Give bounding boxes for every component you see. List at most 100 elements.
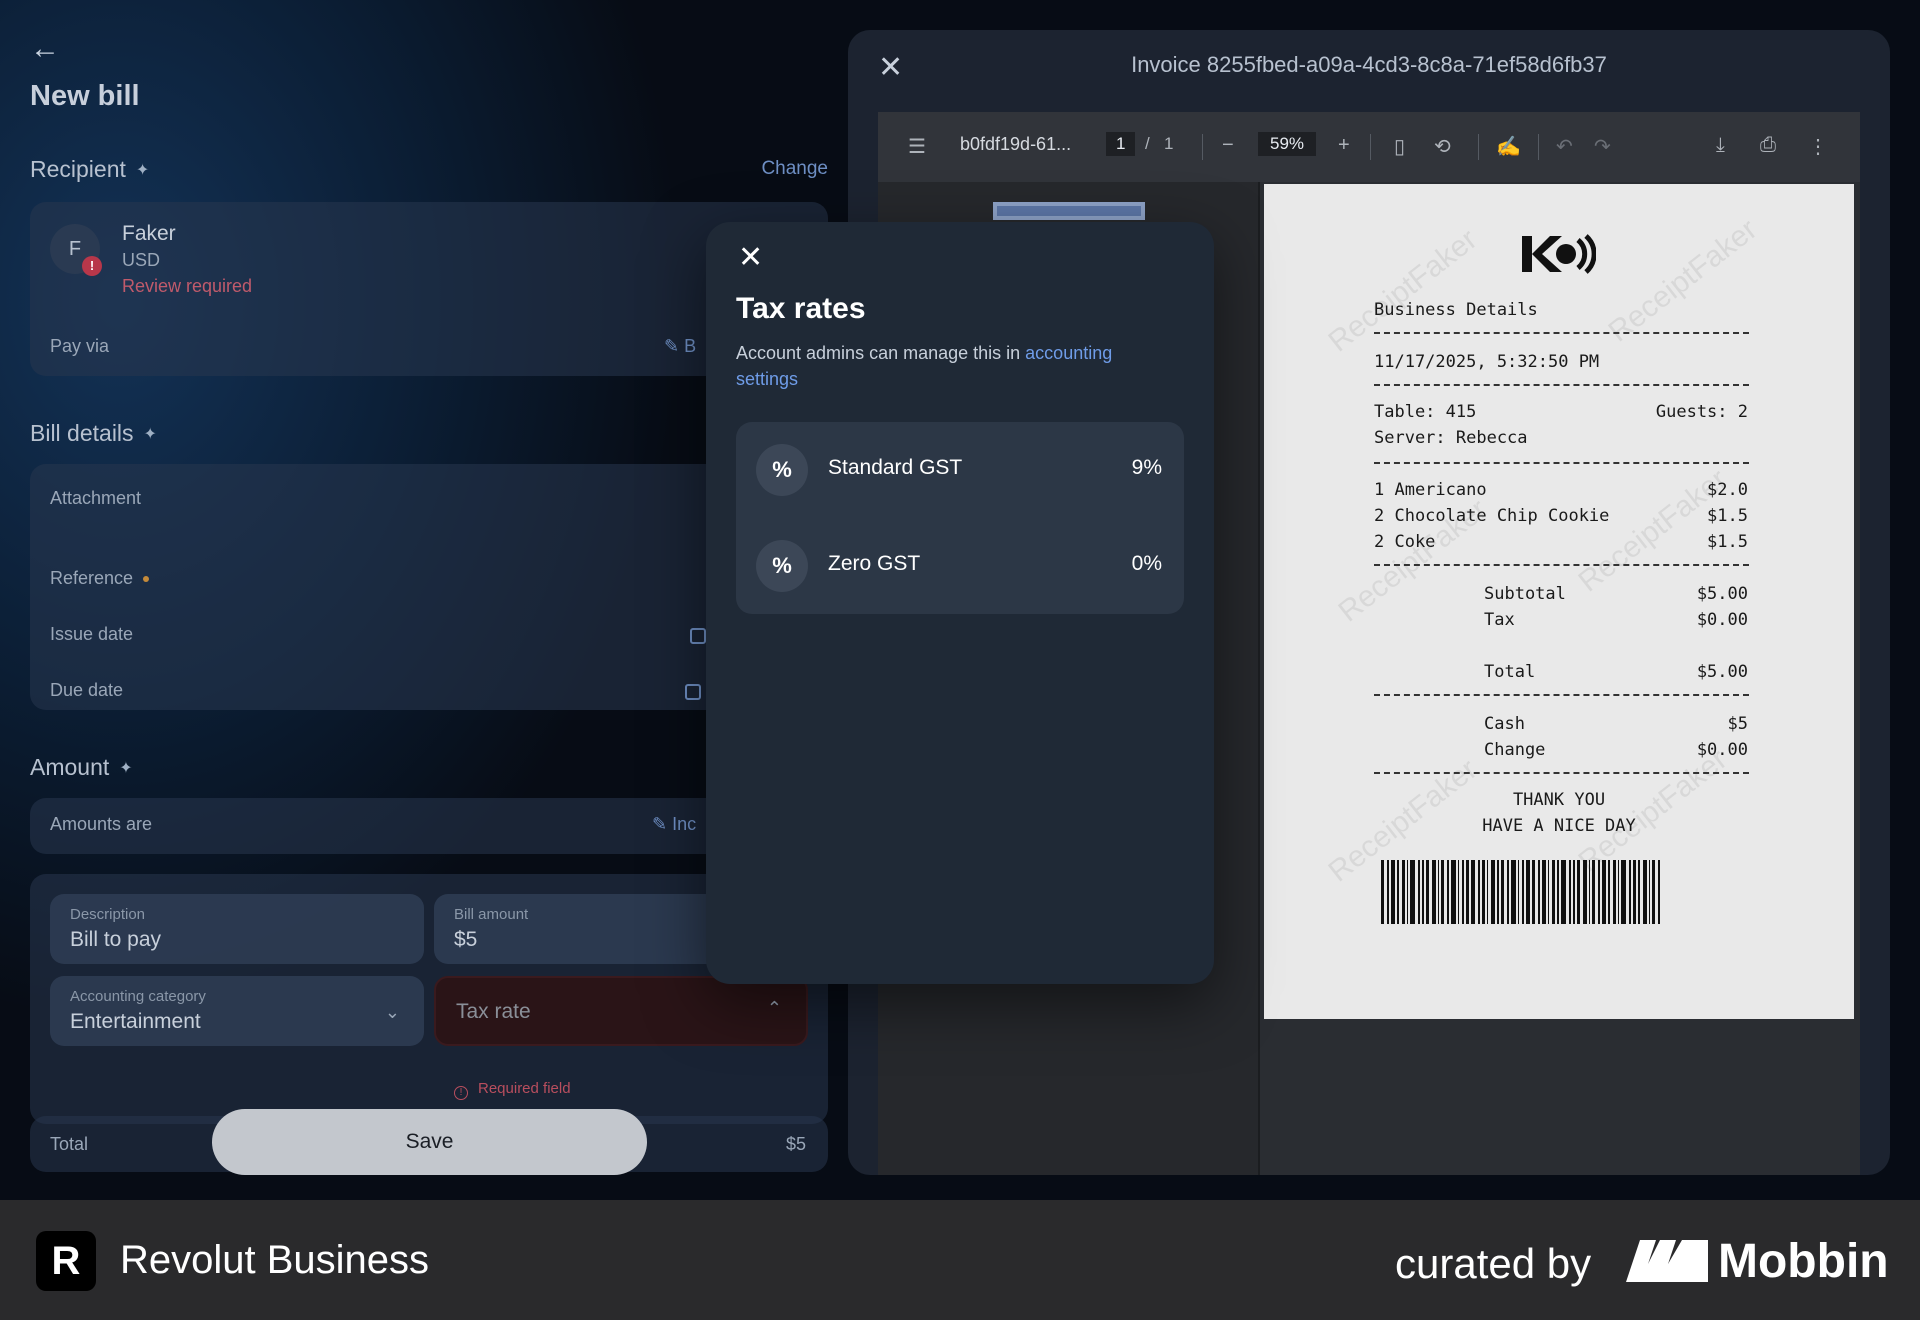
reference-field[interactable]: Reference [50,568,150,589]
receipt-subtotal: $5.00 [1696,584,1748,604]
barcode [1381,860,1739,924]
tax-rate-value: 0% [1131,552,1162,575]
close-icon[interactable]: ✕ [738,240,763,275]
page-total: 1 [1164,134,1174,153]
barcode-bar [1621,860,1626,924]
barcode-bar [1608,860,1610,924]
barcode-bar [1447,860,1449,924]
barcode-bar [1418,860,1420,924]
annotate-icon[interactable]: ✍ [1496,134,1521,159]
attachment-label[interactable]: Attachment [50,488,141,509]
required-field-error: ! Required field [454,1080,571,1100]
barcode-bar [1422,860,1424,924]
tax-rate-option[interactable]: % Standard GST 9% [736,422,1184,518]
save-button[interactable]: Save [212,1109,647,1175]
barcode-bar [1522,860,1524,924]
error-icon: ! [454,1086,468,1100]
mobbin-wordmark: Mobbin [1718,1235,1889,1288]
receipt-item-price: $2.0 [1707,480,1748,500]
receipt-table: Table: 415 [1374,402,1477,422]
receipt-document: ReceiptFaker ReceiptFaker ReceiptFaker R… [1264,184,1854,1019]
zoom-level[interactable]: 59% [1258,132,1317,156]
more-options-icon[interactable]: ⋮ [1808,134,1828,159]
barcode-bar [1497,860,1499,924]
pay-via-edit[interactable]: ✎ B [664,336,696,357]
back-arrow-icon[interactable]: ← [30,34,60,64]
undo-icon[interactable]: ↶ [1556,134,1573,159]
zoom-out-icon[interactable]: − [1222,134,1234,157]
print-icon[interactable]: ⎙ [1760,134,1776,157]
barcode-bar [1478,860,1480,924]
receipt-cash: $5 [1727,714,1748,734]
barcode-bar [1501,860,1504,924]
receipt-item-price: $1.5 [1707,506,1748,526]
receipt-tax-label: Tax [1484,610,1515,630]
barcode-bar [1538,860,1540,924]
curated-by-text: curated by [1395,1240,1592,1287]
calendar-icon[interactable] [690,628,706,644]
fit-page-icon[interactable]: ▯ [1394,134,1405,159]
description-field[interactable]: Description Bill to pay [50,894,424,964]
receipt-server: Server: Rebecca [1374,428,1528,448]
pencil-icon: ✎ [664,336,680,356]
barcode-bar [1507,860,1509,924]
barcode-bar [1557,860,1559,924]
tax-rate-option[interactable]: % Zero GST 0% [736,518,1184,614]
barcode-bar [1652,860,1655,924]
receipt-thanks: THANK YOU [1512,790,1606,810]
page-thumbnail[interactable] [993,202,1145,220]
barcode-bar [1441,860,1444,924]
rotate-icon[interactable]: ⟲ [1434,134,1451,159]
barcode-bar [1569,860,1571,924]
barcode-bar [1438,860,1439,924]
barcode-bar [1643,860,1647,924]
receipt-subtotal-label: Subtotal [1484,584,1566,604]
barcode-bar [1518,860,1519,924]
download-icon[interactable]: ⤓ [1716,134,1725,157]
revolut-logo-icon: R [36,1231,96,1291]
receipt-nice-day: HAVE A NICE DAY [1482,816,1636,836]
receipt-item-name: 2 Chocolate Chip Cookie [1374,506,1610,526]
percent-icon: % [756,444,808,496]
zoom-in-icon[interactable]: + [1338,134,1350,157]
amounts-are-edit[interactable]: ✎ Inc [652,814,696,835]
barcode-bar [1618,860,1619,924]
barcode-bar [1592,860,1595,924]
recipient-currency: USD [122,250,161,270]
barcode-bar [1482,860,1485,924]
redo-icon[interactable]: ↷ [1594,134,1611,159]
modal-title: Tax rates [736,292,866,325]
footer-bar: R Revolut Business curated by Mobbin [0,1200,1920,1320]
change-recipient-link[interactable]: Change [761,158,828,180]
total-label: Total [50,1134,89,1154]
recipient-section-title: Recipient ✦ [30,156,150,182]
due-date-field[interactable]: Due date [50,680,123,701]
tax-rate-select[interactable]: Tax rate ⌃ [434,976,808,1046]
page-separator: / [1145,134,1150,153]
barcode-bar [1649,860,1650,924]
menu-icon[interactable]: ☰ [908,134,926,159]
tax-rate-value: 9% [1131,456,1162,479]
tax-rate-name: Standard GST [828,456,963,479]
mobbin-logo-icon [1626,1240,1708,1282]
calendar-icon[interactable] [685,684,701,700]
page-number-input[interactable]: 1 [1106,132,1136,156]
accounting-category-select[interactable]: Accounting category Entertainment ⌄ [50,976,424,1046]
sparkle-icon: ✦ [135,161,150,179]
receipt-cash-label: Cash [1484,714,1525,734]
barcode-bar [1511,860,1516,924]
barcode-bar [1402,860,1405,924]
barcode-bar [1542,860,1546,924]
issue-date-field[interactable]: Issue date [50,624,133,645]
barcode-bar [1526,860,1530,924]
barcode-bar [1387,860,1389,924]
tax-rate-list: % Standard GST 9% % Zero GST 0% [736,422,1184,614]
barcode-bar [1577,860,1580,924]
invoice-title: Invoice 8255fbed-a09a-4cd3-8c8a-71ef58d6… [1131,52,1607,77]
pay-via-label: Pay via [50,336,110,356]
receipt-guests: Guests: 2 [1655,402,1748,422]
sparkle-icon: ✦ [119,759,133,777]
receipt-item-name: 2 Coke [1374,532,1436,552]
barcode-bar [1426,860,1429,924]
brand-name: Revolut Business [120,1238,430,1282]
